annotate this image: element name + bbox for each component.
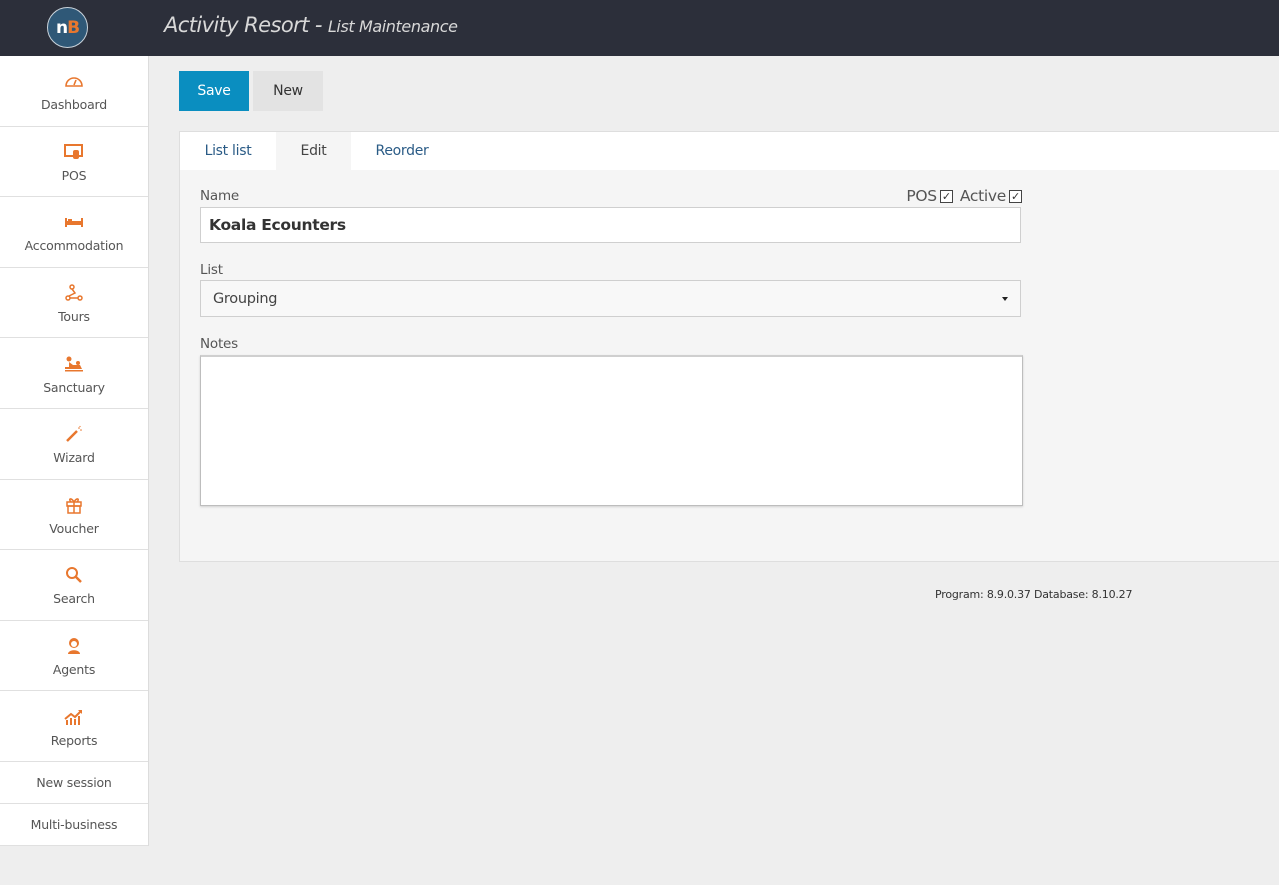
sidebar-item-search[interactable]: Search [0, 550, 148, 621]
new-button[interactable]: New [253, 71, 323, 111]
pos-checkbox-label: POS [906, 187, 937, 205]
name-label: Name [200, 188, 240, 204]
sidebar-item-new-session[interactable]: New session [0, 762, 148, 804]
version-info: Program: 8.9.0.37 Database: 8.10.27 [935, 588, 1133, 601]
sidebar-item-label: Wizard [53, 450, 95, 466]
pos-checkbox[interactable]: ✓ [939, 189, 953, 203]
tab-bar: List list Edit Reorder [180, 132, 1279, 170]
sidebar-item-label: Agents [52, 662, 96, 678]
sidebar-item-sanctuary[interactable]: Sanctuary [0, 338, 148, 409]
app-name: Activity Resort - [164, 13, 328, 37]
sidebar-item-label: Reports [50, 732, 98, 748]
route-icon [65, 283, 83, 303]
logo-letter-n: n [55, 17, 68, 38]
sidebar-item-wizard[interactable]: Wizard [0, 409, 148, 480]
sidebar-item-voucher[interactable]: Voucher [0, 480, 148, 551]
speedometer-icon [64, 71, 84, 91]
bed-icon [64, 212, 84, 232]
sidebar-item-pos[interactable]: POS [0, 127, 148, 198]
tab-list-list[interactable]: List list [180, 132, 276, 170]
sidebar-item-label: Accommodation [24, 238, 124, 254]
list-select-value: Grouping [213, 290, 278, 307]
magic-wand-icon [65, 424, 83, 444]
massage-icon [64, 354, 84, 374]
active-checkbox-label: Active [959, 187, 1006, 205]
chart-trend-icon [64, 707, 84, 727]
edit-panel: List list Edit Reorder Name POS ✓ Active… [179, 131, 1279, 562]
sidebar-item-multi-business[interactable]: Multi-business [0, 804, 148, 846]
active-checkbox[interactable]: ✓ [1009, 189, 1022, 203]
notes-label: Notes [200, 336, 238, 352]
sidebar-item-reports[interactable]: Reports [0, 691, 148, 762]
sidebar: Dashboard POS Accommodation Tours Sanctu… [0, 56, 149, 846]
flags-group: POS ✓ Active ✓ [906, 187, 1022, 205]
top-bar: nB Activity Resort - List Maintenance [0, 0, 1279, 56]
name-input[interactable] [200, 207, 1021, 243]
page-subtitle: List Maintenance [327, 17, 458, 36]
agent-icon [65, 636, 83, 656]
list-label: List [200, 262, 223, 278]
gift-icon [65, 495, 83, 515]
sidebar-item-tours[interactable]: Tours [0, 268, 148, 339]
logo-letter-b: B [67, 17, 80, 38]
sidebar-item-label: Tours [58, 309, 90, 325]
caret-down-icon [1002, 296, 1008, 301]
notes-textarea[interactable] [200, 355, 1023, 506]
tab-edit[interactable]: Edit [276, 132, 351, 170]
sidebar-item-label: Sanctuary [43, 379, 105, 395]
app-logo[interactable]: nB [47, 7, 88, 48]
page-title: Activity Resort - List Maintenance [164, 13, 458, 37]
sidebar-item-label: POS [61, 167, 87, 183]
list-select[interactable]: Grouping [200, 280, 1021, 317]
save-button[interactable]: Save [179, 71, 249, 111]
sidebar-item-accommodation[interactable]: Accommodation [0, 197, 148, 268]
sidebar-item-label: Search [53, 591, 95, 607]
search-icon [65, 565, 83, 585]
pos-touch-icon [64, 142, 84, 162]
sidebar-item-label: Voucher [49, 520, 99, 536]
tab-reorder[interactable]: Reorder [351, 132, 453, 170]
sidebar-item-agents[interactable]: Agents [0, 621, 148, 692]
sidebar-item-label: Dashboard [40, 97, 108, 113]
sidebar-item-dashboard[interactable]: Dashboard [0, 56, 148, 127]
